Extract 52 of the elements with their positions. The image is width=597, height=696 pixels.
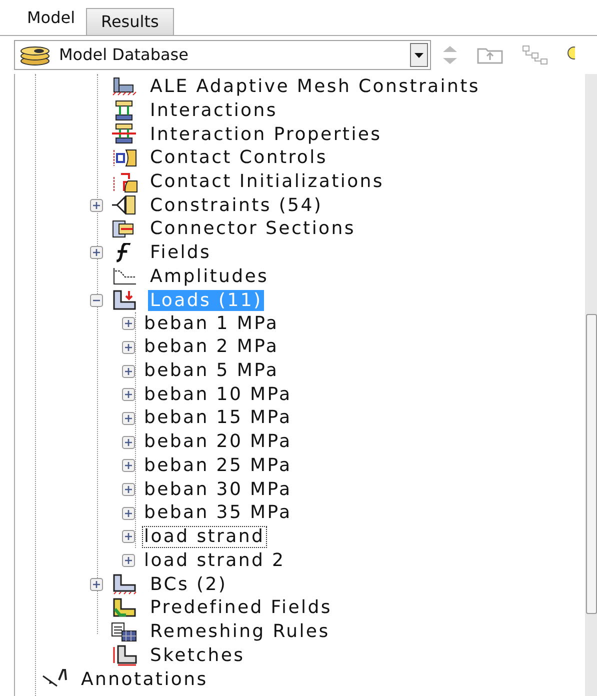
expand-toggle[interactable] — [122, 506, 135, 520]
expand-toggle[interactable] — [90, 246, 103, 260]
tree-item[interactable]: beban 1 MPa — [142, 312, 281, 335]
tree-item[interactable]: load strand 2 — [142, 550, 288, 572]
mesh-constraint-icon — [110, 76, 138, 98]
expand-toggle[interactable] — [122, 412, 135, 425]
expand-toggle[interactable] — [122, 554, 135, 568]
tree-item[interactable]: Annotations — [79, 668, 210, 690]
tree-item[interactable]: Interaction Properties — [148, 124, 384, 145]
expand-toggle[interactable] — [122, 436, 135, 449]
tree-item[interactable]: Contact Initializations — [148, 171, 386, 192]
tree-item[interactable]: beban 25 MPa — [142, 454, 294, 477]
script-f-icon — [115, 242, 133, 263]
dropdown-value: Model Database — [59, 44, 190, 66]
tab[interactable]: Results — [86, 8, 174, 35]
expand-toggle[interactable] — [122, 340, 135, 354]
tree-item[interactable]: Sketches — [148, 644, 247, 666]
expand-toggle[interactable] — [122, 530, 135, 544]
collapse-toggle[interactable] — [90, 294, 103, 307]
tree-item[interactable]: BCs (2) — [148, 574, 230, 595]
tree-item[interactable]: Constraints (54) — [148, 194, 325, 216]
tree-item[interactable]: Contact Controls — [148, 147, 330, 168]
tree-item[interactable]: Connector Sections — [148, 218, 358, 240]
scrollbar-thumb[interactable] — [586, 314, 597, 614]
expand-toggle[interactable] — [122, 388, 135, 402]
tree-item[interactable]: Fields — [148, 242, 214, 264]
model-dropdown[interactable]: Model Database — [14, 40, 431, 70]
expand-toggle[interactable] — [122, 364, 135, 378]
tree-item[interactable]: beban 20 MPa — [142, 431, 294, 454]
expand-toggle[interactable] — [122, 459, 135, 472]
database-icon — [19, 44, 51, 66]
tree-item[interactable]: Interactions — [148, 100, 280, 122]
tree-item[interactable]: Remeshing Rules — [148, 621, 332, 642]
tree-item[interactable]: ALE Adaptive Mesh Constraints — [148, 76, 482, 98]
interaction-property-icon — [110, 123, 138, 146]
tree-item[interactable]: beban 2 MPa — [142, 336, 281, 358]
dropdown-button[interactable] — [410, 43, 428, 67]
expand-toggle[interactable] — [122, 483, 135, 496]
expand-toggle[interactable] — [90, 198, 103, 212]
tree-item[interactable]: Amplitudes — [148, 266, 271, 287]
tree-item[interactable]: beban 35 MPa — [142, 502, 294, 524]
scrollbar[interactable] — [585, 74, 597, 696]
expand-toggle[interactable] — [122, 317, 135, 330]
tree-item[interactable]: load strand — [142, 526, 267, 548]
expand-toggle[interactable] — [90, 578, 103, 591]
tree-item[interactable]: beban 5 MPa — [142, 360, 281, 382]
tree-item[interactable]: beban 30 MPa — [142, 478, 294, 501]
tree-item[interactable]: Predefined Fields — [148, 597, 334, 618]
constraint-icon — [110, 194, 138, 216]
tree-item[interactable]: beban 10 MPa — [142, 384, 294, 406]
tree-item[interactable]: beban 15 MPa — [142, 407, 294, 430]
remeshing-grid-icon — [110, 620, 138, 643]
